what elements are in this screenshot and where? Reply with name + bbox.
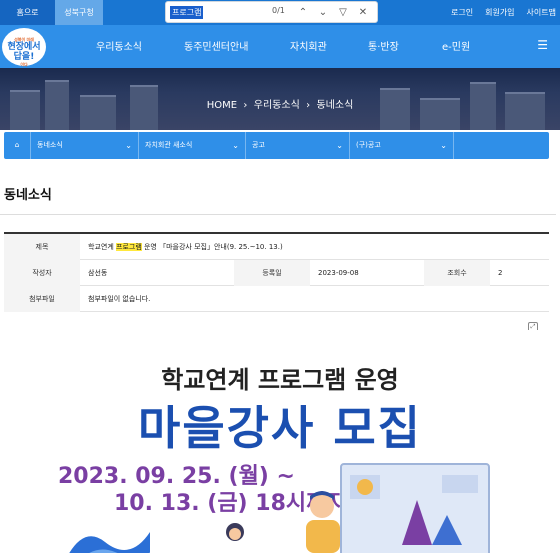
post-poster-image: 학교연계 프로그램 운영 마을강사 모집 2023. 09. 25. (월) ~… xyxy=(0,330,560,553)
date-value: 2023-09-08 xyxy=(318,269,359,277)
nav-item-center[interactable]: 동주민센터안내 xyxy=(184,38,248,53)
top-links: 로그인 회원가입 사이트맵 xyxy=(451,0,556,25)
poster-subtitle: 학교연계 프로그램 운영 xyxy=(161,366,399,394)
page-title: 동네소식 xyxy=(4,188,52,203)
date-label: 등록일 xyxy=(234,260,310,286)
author-label: 작성자 xyxy=(4,260,80,286)
subnav-label: 공고 xyxy=(252,141,265,149)
views-label: 조회수 xyxy=(424,260,490,286)
find-input[interactable]: 프로그램 xyxy=(170,6,204,19)
subnav-select-news[interactable]: 동네소식 ⌄ xyxy=(31,132,139,159)
subnav-select-council-news[interactable]: 자치회관 새소식 ⌄ xyxy=(139,132,246,159)
logo-sub-text: 이다 xyxy=(20,62,28,67)
person-illustration xyxy=(226,523,244,541)
top-bar: 홈으로 성북구청 프로그램 0/1 ⌃ ⌄ ▽ ✕ 로그인 회원가입 사이트맵 xyxy=(0,0,560,25)
table-row: 첨부파일 첨부파일이 없습니다. xyxy=(4,286,549,312)
chart-illustration-icon xyxy=(350,475,478,545)
home-tab[interactable]: 홈으로 xyxy=(0,0,55,25)
main-nav: 성북이 미래 현장에서 답을! 이다 우리동소식 동주민센터안내 자치회관 통·… xyxy=(0,25,560,68)
breadcrumb-current: 동네소식 xyxy=(316,100,354,111)
find-prev-icon[interactable]: ⌃ xyxy=(296,5,310,20)
subnav-select-old-notice[interactable]: (구)공고 ⌄ xyxy=(350,132,454,159)
home-icon[interactable]: ⌂ xyxy=(4,132,31,159)
sitemap-link[interactable]: 사이트맵 xyxy=(527,7,556,18)
sub-nav: ⌂ 동네소식 ⌄ 자치회관 새소식 ⌄ 공고 ⌄ (구)공고 ⌄ xyxy=(4,132,549,159)
person-illustration xyxy=(306,491,340,553)
find-bar: 프로그램 0/1 ⌃ ⌄ ▽ ✕ xyxy=(165,1,378,23)
chevron-down-icon: ⌄ xyxy=(232,141,239,150)
find-count: 0/1 xyxy=(272,6,285,15)
chevron-down-icon: ⌄ xyxy=(440,141,447,150)
subject-value: 학교연계 프로그램 운영 「마을강사 모집」안내(9. 25.~10. 13.) xyxy=(80,234,549,260)
find-filter-icon[interactable]: ▽ xyxy=(336,5,350,20)
author-value: 삼선동 xyxy=(88,269,108,277)
nav-item-news[interactable]: 우리동소식 xyxy=(96,38,142,53)
subnav-select-notice[interactable]: 공고 ⌄ xyxy=(246,132,350,159)
find-next-icon[interactable]: ⌄ xyxy=(316,5,330,20)
nav-item-eminwon[interactable]: e-민원 xyxy=(442,38,470,53)
nav-item-leaders[interactable]: 통·반장 xyxy=(368,38,399,53)
subnav-label: (구)공고 xyxy=(356,141,381,149)
table-row: 제목 학교연계 프로그램 운영 「마을강사 모집」안내(9. 25.~10. 1… xyxy=(4,234,549,260)
post-info-table: 제목 학교연계 프로그램 운영 「마을강사 모집」안내(9. 25.~10. 1… xyxy=(4,232,549,312)
signup-link[interactable]: 회원가입 xyxy=(485,7,514,18)
wave-illustration xyxy=(69,532,150,553)
subnav-label: 동네소식 xyxy=(37,141,63,149)
poster-title: 마을강사 모집 xyxy=(138,401,422,455)
seongbuk-tab[interactable]: 성북구청 xyxy=(55,0,103,25)
chevron-down-icon: ⌄ xyxy=(125,141,132,150)
hero-banner: HOME › 우리동소식 › 동네소식 xyxy=(0,68,560,130)
views-value: 2 xyxy=(498,269,503,277)
attachment-value: 첨부파일이 없습니다. xyxy=(88,295,151,303)
divider xyxy=(0,214,556,215)
site-logo[interactable]: 성북이 미래 현장에서 답을! 이다 xyxy=(2,28,46,67)
breadcrumb-news[interactable]: 우리동소식 xyxy=(254,100,300,111)
close-icon[interactable]: ✕ xyxy=(356,5,370,20)
presentation-board-illustration xyxy=(340,463,490,553)
table-row: 작성자 삼선동 등록일 2023-09-08 조회수 2 xyxy=(4,260,549,286)
hamburger-menu-icon[interactable]: ☰ xyxy=(537,38,548,52)
attachment-label: 첨부파일 xyxy=(4,286,80,312)
subject-label: 제목 xyxy=(4,234,80,260)
login-link[interactable]: 로그인 xyxy=(451,7,473,18)
nav-item-council[interactable]: 자치회관 xyxy=(290,38,327,53)
subnav-label: 자치회관 새소식 xyxy=(145,141,193,149)
subject-text: 운영 「마을강사 모집」안내(9. 25.~10. 13.) xyxy=(141,243,283,251)
logo-text: 현장에서 답을! xyxy=(7,42,41,62)
subject-text: 학교연계 xyxy=(88,243,116,251)
breadcrumb: HOME › 우리동소식 › 동네소식 xyxy=(206,100,354,111)
chevron-down-icon: ⌄ xyxy=(336,141,343,150)
search-highlight: 프로그램 xyxy=(116,243,142,251)
breadcrumb-home[interactable]: HOME xyxy=(207,100,237,111)
